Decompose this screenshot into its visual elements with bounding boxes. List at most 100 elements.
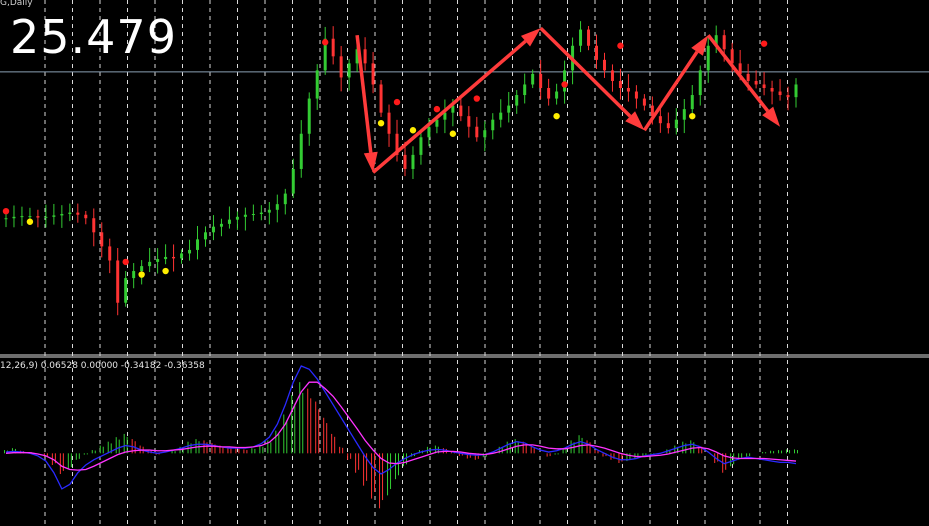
current-price-label: 25.479 — [10, 10, 177, 64]
candle-body — [730, 49, 734, 64]
candle-body — [642, 98, 646, 106]
candle-body — [219, 223, 223, 227]
candle-body — [76, 212, 80, 215]
candle-body — [243, 214, 247, 217]
signal-dot-low — [553, 112, 560, 120]
candle-body — [427, 126, 431, 138]
candle-body — [411, 154, 415, 169]
signal-dot-high — [321, 39, 329, 46]
candle-body — [68, 212, 72, 215]
candle-body — [435, 119, 439, 127]
candle-body — [531, 73, 535, 85]
candle-body — [626, 88, 630, 92]
candle-body — [379, 84, 383, 113]
signal-dot-high — [760, 40, 768, 47]
candle-body — [291, 168, 295, 194]
candle-body — [618, 80, 622, 88]
candle-body — [555, 91, 559, 99]
candle-body — [283, 193, 287, 205]
candle-body — [610, 70, 614, 81]
candle-body — [595, 45, 599, 60]
candle-body — [634, 91, 638, 99]
candle-body — [156, 259, 160, 262]
candle-body — [203, 232, 207, 240]
candle-body — [499, 112, 503, 120]
candle-body — [267, 209, 271, 213]
candle-body — [116, 260, 120, 303]
signal-dot-high — [433, 105, 441, 113]
candle-body — [762, 84, 766, 88]
candle-body — [227, 219, 231, 224]
candle-body — [794, 84, 798, 98]
candle-body — [387, 112, 391, 134]
candle-body — [459, 105, 463, 117]
candle-body — [523, 84, 527, 96]
candle-body — [539, 73, 543, 88]
candle-body — [475, 126, 479, 138]
signal-dot-low — [449, 130, 457, 137]
candle-body — [20, 216, 24, 218]
candle-body — [602, 59, 606, 71]
zigzag-arrow-shaft — [371, 39, 527, 174]
candle-body — [682, 109, 686, 120]
signal-dot-high — [617, 42, 624, 49]
candle-body — [722, 35, 726, 50]
candle-body — [547, 88, 551, 99]
candle-body — [299, 133, 303, 169]
candle-body — [188, 249, 192, 254]
candle-body — [563, 70, 567, 92]
candle-body — [515, 95, 519, 106]
candle-body — [275, 204, 279, 210]
candle-body — [100, 232, 104, 247]
candle-body — [331, 38, 335, 57]
candle-body — [124, 278, 128, 303]
candle-body — [259, 212, 263, 215]
signal-dot-low — [689, 112, 696, 120]
candle-body — [196, 239, 200, 250]
candle-body — [690, 95, 694, 110]
candle-body — [36, 216, 40, 218]
candle-body — [778, 91, 782, 96]
signal-dot-low — [377, 120, 385, 127]
signal-dot-high — [2, 208, 10, 215]
signal-dot-high — [393, 98, 401, 106]
candle-body — [507, 105, 511, 113]
candle-body — [666, 123, 670, 129]
candle-body — [52, 215, 56, 217]
candle-body — [746, 73, 750, 81]
candle-body — [347, 63, 351, 78]
candle-body — [491, 119, 495, 131]
candle-body — [419, 137, 423, 155]
candle-body — [4, 218, 8, 220]
candle-body — [108, 246, 112, 261]
candle-body — [140, 266, 144, 272]
candle-body — [754, 80, 758, 85]
candle-body — [307, 98, 311, 134]
zigzag-arrow-shaft — [706, 34, 770, 113]
signal-dot-low — [138, 271, 145, 278]
candle-body — [12, 216, 16, 219]
candle-body — [403, 154, 407, 169]
signal-dot-high — [561, 81, 568, 88]
signal-dot-low — [162, 267, 169, 275]
candle-body — [315, 70, 319, 99]
signal-dot-low — [26, 218, 34, 225]
candle-body — [164, 256, 168, 260]
candle-body — [180, 253, 184, 259]
macd-indicator-label: 12,26,9) 0.06528 0.00000 -0.34182 -0.363… — [0, 361, 205, 371]
signal-dot-low — [409, 127, 417, 134]
candle-body — [770, 88, 774, 92]
candle-body — [467, 116, 471, 127]
candle-body — [84, 214, 88, 219]
candle-body — [28, 216, 32, 218]
candle-body — [251, 214, 255, 216]
candle-body — [371, 63, 375, 85]
candle-body — [587, 29, 591, 46]
zigzag-arrow-shaft — [642, 50, 699, 132]
signal-dot-high — [473, 95, 481, 102]
candle-body — [674, 119, 678, 129]
candle-body — [786, 95, 790, 98]
candle-body — [483, 130, 487, 138]
candle-body — [44, 216, 48, 218]
candle-body — [60, 214, 64, 216]
